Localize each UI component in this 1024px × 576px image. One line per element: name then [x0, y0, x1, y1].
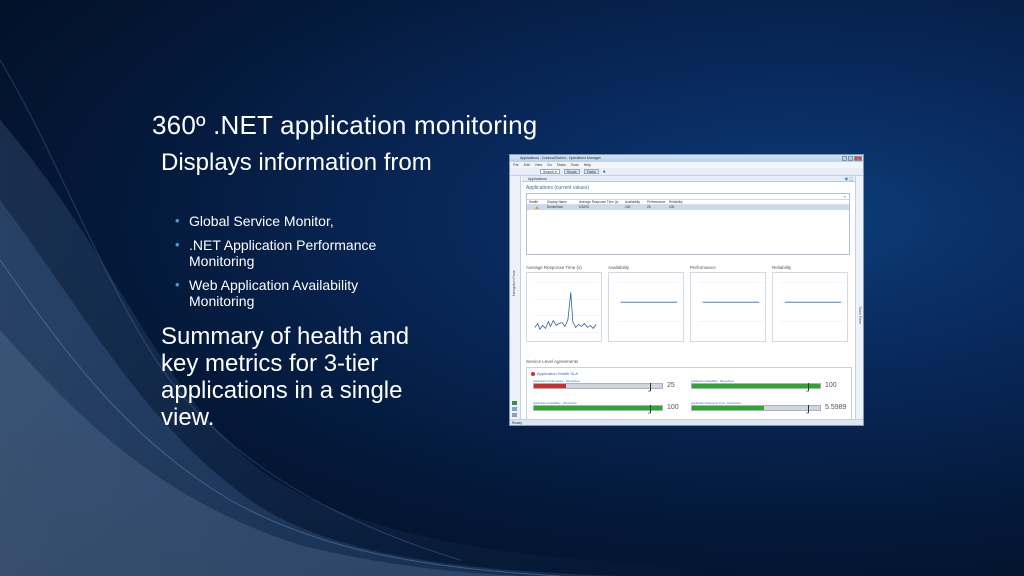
metric-charts: Average Response Time (s) Availability P… — [526, 264, 852, 346]
response-time-line — [534, 292, 597, 331]
sla-value-reliability: 100 — [825, 382, 837, 389]
sla-value-performance: 25 — [667, 382, 675, 389]
maximize-icon[interactable]: □ — [848, 156, 853, 161]
reliability-plot — [772, 272, 848, 342]
sla-header[interactable]: Application Health SLA — [531, 371, 578, 376]
sla-fill-response-time — [692, 406, 764, 410]
navigation-pane[interactable]: Navigation Pane — [510, 176, 521, 423]
scope-button[interactable]: Scope — [563, 169, 580, 174]
bullet-net-apm: .NET Application Performance Monitoring — [175, 237, 425, 269]
pane-header: Applications ◉ ▢ — [522, 176, 856, 182]
menu-file[interactable]: File — [513, 163, 519, 167]
chart-reliability: Reliability — [772, 264, 852, 346]
reporting-icon[interactable] — [512, 413, 517, 417]
sla-target-reliability: 90 — [806, 390, 809, 393]
col-display-name[interactable]: Display Name — [547, 200, 579, 204]
app-window-title: Applications - ContosoDistrict - Operati… — [520, 156, 601, 160]
response-cell: 5.5293 — [579, 205, 589, 209]
name-cell: DinnerNow — [547, 205, 563, 209]
warning-icon — [535, 205, 539, 209]
sla-bar-response-time — [691, 405, 821, 413]
sla-fill-performance — [534, 384, 566, 388]
status-bar: Ready — [510, 419, 863, 425]
heading-summary: Summary of health and key metrics for 3-… — [161, 323, 410, 431]
sla-availability: Application Availability - DinnerNow 90 … — [533, 401, 683, 421]
close-icon[interactable]: × — [854, 156, 862, 161]
availability-cell: 100 — [625, 205, 631, 209]
reliability-cell: 100 — [669, 205, 675, 209]
app-title-bar: Applications - ContosoDistrict - Operati… — [510, 155, 863, 162]
pane-title: Applications — [528, 177, 547, 181]
performance-cell: 25 — [647, 205, 651, 209]
response-time-plot — [526, 272, 602, 342]
chart-title-reliability: Reliability — [772, 265, 792, 270]
sla-value-availability: 100 — [667, 404, 679, 411]
sla-target-response-time: 90 — [806, 412, 809, 415]
grid-title: Applications (current values) — [526, 185, 590, 191]
menu-view[interactable]: View — [535, 163, 543, 167]
sla-header-label: Application Health SLA — [537, 371, 578, 376]
sla-fill-reliability — [692, 384, 820, 388]
window-controls: – □ × — [842, 156, 862, 161]
sla-section-title: Service Level Agreements — [526, 359, 579, 364]
minimize-icon[interactable]: – — [842, 156, 847, 161]
chart-title-response-time: Average Response Time (s) — [526, 265, 582, 270]
sla-bar-reliability — [691, 383, 821, 391]
chart-availability: Availability — [608, 264, 688, 346]
tasks-pane-label: Tasks Pane — [858, 306, 862, 325]
bullet-global-service-monitor: Global Service Monitor, — [175, 213, 425, 229]
sla-reliability: Application Reliability - DinnerNow 90 1… — [691, 379, 841, 399]
search-icon[interactable]: ⌕ — [844, 194, 846, 199]
table-row[interactable]: DinnerNow 5.5293 100 25 100 — [527, 205, 849, 210]
menu-edit[interactable]: Edit — [524, 163, 530, 167]
sla-bar-performance — [533, 383, 663, 391]
sla-target-availability: 90 — [648, 412, 651, 415]
menu-help[interactable]: Help — [584, 163, 591, 167]
chart-title-availability: Availability — [608, 265, 630, 270]
applications-pane: Applications ◉ ▢ Applications (current v… — [522, 176, 856, 425]
availability-plot — [608, 272, 684, 342]
help-icon[interactable]: ● — [603, 169, 606, 175]
col-response-time[interactable]: Average Response Time (s) — [579, 200, 625, 204]
sla-panel: Application Health SLA Application Perfo… — [526, 367, 852, 425]
slide-title: 360º .NET application monitoring — [152, 110, 538, 140]
menu-tasks[interactable]: Tasks — [557, 163, 566, 167]
col-reliability[interactable]: Reliability — [669, 200, 689, 204]
chart-response-time: Average Response Time (s) — [526, 264, 606, 346]
navigation-pane-label: Navigation Pane — [512, 270, 516, 296]
performance-plot — [690, 272, 766, 342]
col-health[interactable]: Health — [527, 200, 547, 204]
sla-fill-availability — [534, 406, 662, 410]
grid-search-bar[interactable]: ⌕ — [527, 194, 849, 200]
authoring-icon[interactable] — [512, 407, 517, 411]
critical-icon — [531, 371, 535, 376]
menu-tools[interactable]: Tools — [571, 163, 579, 167]
sla-performance: Application Performance - DinnerNow 90 2… — [533, 379, 683, 399]
sla-value-response-time: 5.5989 — [825, 404, 847, 411]
chart-performance: Performance — [690, 264, 770, 346]
sla-bar-availability — [533, 405, 663, 413]
tasks-button[interactable]: Tasks — [583, 169, 599, 174]
source-bullet-list: Global Service Monitor, .NET Application… — [175, 213, 425, 317]
search-field[interactable]: Search ▾ — [540, 169, 560, 174]
tasks-pane[interactable]: Tasks Pane — [855, 176, 863, 421]
pane-refresh-icon[interactable]: ◉ ▢ — [845, 177, 853, 181]
bullet-web-availability: Web Application Availability Monitoring — [175, 277, 425, 309]
applications-grid: ⌕ Health Display Name Average Response T… — [526, 193, 850, 255]
app-toolbar: Search ▾ Scope Tasks ● — [510, 168, 863, 176]
operations-manager-screenshot: Applications - ContosoDistrict - Operati… — [509, 154, 864, 426]
sla-target-performance: 90 — [648, 390, 651, 393]
monitoring-icon[interactable] — [512, 401, 517, 405]
health-cell — [527, 205, 547, 210]
sla-response-time: Application Response Time - DinnerNow 90… — [691, 401, 846, 421]
col-performance[interactable]: Performance — [647, 200, 669, 204]
heading-displays-information: Displays information from — [161, 149, 432, 176]
menu-go[interactable]: Go — [547, 163, 552, 167]
chart-title-performance: Performance — [690, 265, 716, 270]
col-availability[interactable]: Availability — [625, 200, 647, 204]
